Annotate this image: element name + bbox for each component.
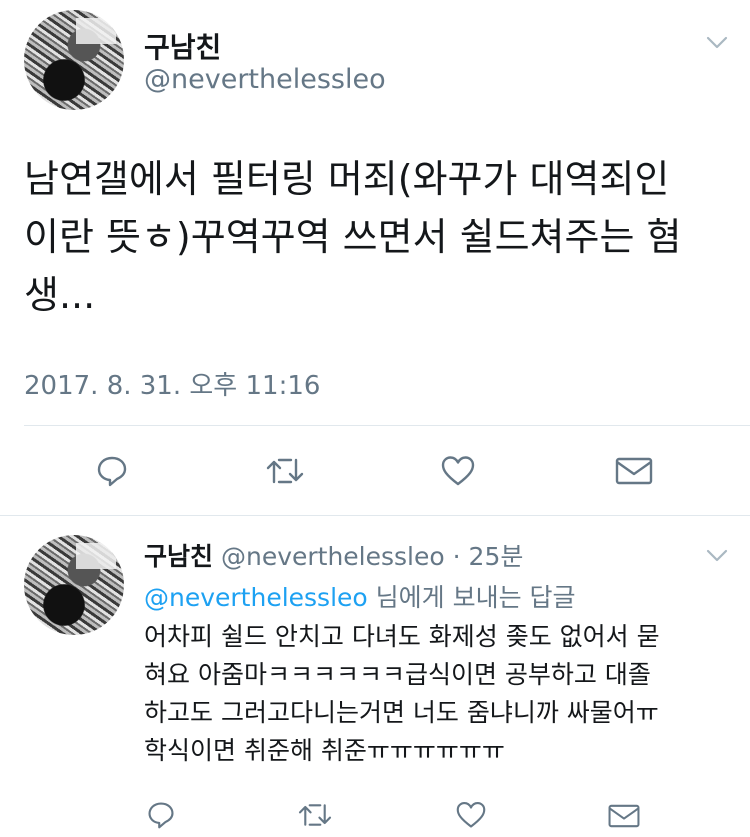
tweet-text-line: 어차피 쉴드 안치고 다녀도 화제성 좆도 없어서 묻 bbox=[144, 622, 660, 651]
tweet-text-line: 학식이면 취준해 취준ㅠㅠㅠㅠㅠㅠ bbox=[144, 736, 505, 765]
divider bbox=[0, 515, 750, 516]
display-name[interactable]: 구남친 bbox=[144, 26, 221, 66]
chevron-down-icon[interactable] bbox=[706, 549, 728, 563]
reply-icon[interactable] bbox=[94, 453, 130, 489]
retweet-icon[interactable] bbox=[265, 453, 305, 489]
heart-icon[interactable] bbox=[440, 453, 476, 489]
tweet-text: 어차피 쉴드 안치고 다녀도 화제성 좆도 없어서 묻 혀요 아줌마ㅋㅋㅋㅋㅋㅋ… bbox=[144, 618, 734, 770]
tweet-text-line: 이란 뜻ㅎ)꾸역꾸역 쓰면서 쉴드쳐주는 혐 bbox=[24, 215, 682, 259]
replying-to-label: 님에게 보내는 답글 bbox=[367, 583, 576, 612]
envelope-icon[interactable] bbox=[607, 802, 641, 830]
user-handle[interactable]: @neverthelessleo bbox=[144, 64, 386, 95]
envelope-icon[interactable] bbox=[614, 455, 654, 487]
avatar[interactable] bbox=[24, 535, 124, 635]
heart-icon[interactable] bbox=[455, 800, 487, 830]
tweet-text: 남연갤에서 필터링 머죄(와꾸가 대역죄인 이란 뜻ㅎ)꾸역꾸역 쓰면서 쉴드쳐… bbox=[24, 150, 724, 324]
tweet-text-line: 생... bbox=[24, 273, 96, 317]
user-handle[interactable]: @neverthelessleo bbox=[221, 542, 445, 571]
tweet-text-line: 남연갤에서 필터링 머죄(와꾸가 대역죄인 bbox=[24, 157, 670, 201]
reply-icon[interactable] bbox=[145, 800, 177, 830]
tweet-time: 25분 bbox=[468, 542, 524, 571]
divider bbox=[24, 425, 750, 426]
tweet-text-line: 하고도 그러고다니는거면 너도 줌냐니까 싸물어ㅠ bbox=[144, 698, 659, 727]
tweet-text-line: 혀요 아줌마ㅋㅋㅋㅋㅋㅋ급식이면 공부하고 대졸 bbox=[144, 660, 651, 689]
reply-header: 구남친 @neverthelessleo · 25분 bbox=[144, 537, 523, 573]
tweet-timestamp: 2017. 8. 31. 오후 11:16 bbox=[24, 371, 321, 401]
avatar[interactable] bbox=[24, 10, 124, 110]
separator: · bbox=[452, 542, 461, 571]
display-name[interactable]: 구남친 bbox=[144, 542, 213, 571]
mention-link[interactable]: @neverthelessleo bbox=[144, 583, 368, 612]
chevron-down-icon[interactable] bbox=[706, 36, 728, 50]
replying-to: @neverthelessleo 님에게 보내는 답글 bbox=[144, 578, 576, 614]
retweet-icon[interactable] bbox=[297, 800, 333, 830]
